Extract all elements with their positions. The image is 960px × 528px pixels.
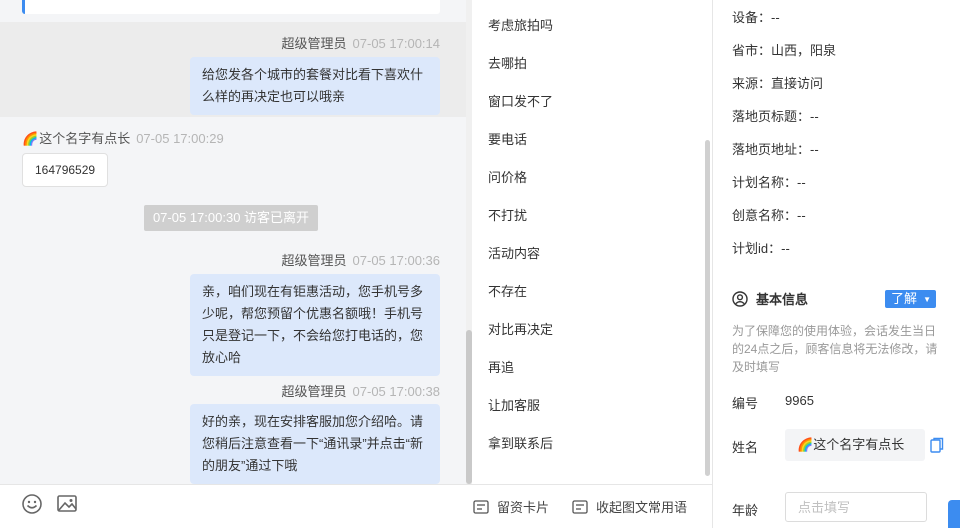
name-value: 这个名字有点长 [813,437,905,452]
lead-card-button[interactable]: 留资卡片 [473,497,549,516]
rainbow-emoji-icon: 🌈 [797,437,814,452]
age-label: 年龄 [732,503,759,518]
quick-reply-item[interactable]: 不存在 [488,281,527,300]
sender-name: 超级管理员 [281,36,347,51]
message-meta: 🌈这个名字有点长 07-05 17:00:29 [22,128,224,147]
chat-toolbar: 留资卡片 收起图文常用语 [0,484,712,528]
message-text-line: 的朋友”通过下哦 [202,458,298,473]
collapse-phrases-button[interactable]: 收起图文常用语 [572,497,687,516]
basic-info-title: 基本信息 [756,292,809,307]
id-value: 9965 [785,393,814,408]
quick-reply-item[interactable]: 考虑旅拍吗 [488,15,553,34]
system-notice: 07-05 17:00:30 访客已离开 [144,205,318,231]
copy-icon[interactable] [930,437,944,453]
basic-info-heading: 基本信息 [732,289,808,308]
chat-panel: 超级管理员 07-05 17:00:14 给您发各个城市的套餐对比看下喜欢什 么样… [0,0,466,484]
message-text-line: 放心哈 [202,350,242,365]
name-label: 姓名 [732,440,759,455]
caret-down-icon: ▼ [923,295,931,304]
quick-reply-item[interactable]: 活动内容 [488,243,540,262]
message-text-line: 只是登记一下，不会给您打电话的，您 [202,328,424,343]
visitor-message-bubble[interactable]: 164796529 [22,153,109,187]
message-time: 07-05 17:00:36 [352,253,440,268]
plan-name-row: 计划名称：-- [732,175,806,190]
quick-reply-scrollbar[interactable] [705,140,710,476]
agent-message-bubble[interactable]: 好的亲，现在安排客服加您介绍哈。请 您稍后注意查看一下“通讯录”并点击“新 的朋… [190,404,440,484]
lead-card-label: 留资卡片 [497,500,550,515]
landing-title-row: 落地页标题：-- [732,109,819,124]
message-meta: 超级管理员 07-05 17:00:38 [282,381,440,400]
message-text-line: 少呢，帮您预留个优惠名额哦！手机号 [202,306,424,321]
message-text-line: 亲，咱们现在有钜惠活动，您手机号多 [202,284,424,299]
message-text-line: 给您发各个城市的套餐对比看下喜欢什 [202,67,424,82]
message-text-line: 您稍后注意查看一下“通讯录”并点击“新 [202,436,423,451]
device-row: 设备：-- [732,10,780,25]
quick-reply-item[interactable]: 去哪拍 [488,53,527,72]
plan-id-row: 计划id：-- [732,241,790,256]
message-time: 07-05 17:00:29 [136,131,224,146]
quick-reply-item[interactable]: 拿到联系后 [488,433,553,452]
source-row: 来源：直接访问 [732,76,824,91]
quick-reply-list: 考虑旅拍吗 去哪拍 窗口发不了 要电话 问价格 不打扰 活动内容 不存在 对比再… [472,0,712,484]
quick-reply-item[interactable]: 再追 [488,357,514,376]
collapse-phrases-label: 收起图文常用语 [596,500,688,515]
age-input[interactable] [785,492,927,522]
id-label: 编号 [732,396,759,411]
card-icon [473,499,489,514]
floating-action-button[interactable] [948,500,960,528]
quick-reply-item[interactable]: 不打扰 [488,205,527,224]
phrases-icon [572,499,588,514]
previous-message-card [22,0,440,14]
quick-reply-item[interactable]: 要电话 [488,129,527,148]
region-row: 省市：山西，阳泉 [732,43,837,58]
rainbow-emoji-icon: 🌈 [22,131,39,146]
edit-deadline-hint: 为了保障您的使用体验，会话发生当日的24点之后，顾客信息将无法修改，请及时填写 [732,324,938,374]
user-circle-icon [732,290,748,307]
agent-message-bubble[interactable]: 给您发各个城市的套餐对比看下喜欢什 么样的再决定也可以哦亲 [190,57,440,115]
quick-reply-item[interactable]: 窗口发不了 [488,91,553,110]
message-meta: 超级管理员 07-05 17:00:36 [282,250,440,269]
message-text-line: 好的亲，现在安排客服加您介绍哈。请 [202,414,424,429]
learn-more-label: 了解 [891,291,918,306]
sender-name: 超级管理员 [281,384,347,399]
learn-more-dropdown[interactable]: 了解 ▼ [885,290,936,308]
agent-message-bubble[interactable]: 亲，咱们现在有钜惠活动，您手机号多 少呢，帮您预留个优惠名额哦！手机号 只是登记… [190,274,440,376]
image-icon[interactable] [56,493,78,515]
sender-name: 超级管理员 [281,253,347,268]
message-text-line: 么样的再决定也可以哦亲 [202,89,346,104]
name-value-field[interactable]: 🌈这个名字有点长 [785,429,925,461]
visitor-info-panel: 设备：-- 省市：山西，阳泉 来源：直接访问 落地页标题：-- 落地页地址：--… [713,0,960,528]
visitor-name: 这个名字有点长 [39,131,131,146]
message-time: 07-05 17:00:14 [352,36,440,51]
landing-url-row: 落地页地址：-- [732,142,819,157]
smile-icon[interactable] [21,493,43,515]
quick-reply-item[interactable]: 问价格 [488,167,527,186]
quick-reply-item[interactable]: 让加客服 [488,395,540,414]
message-meta: 超级管理员 07-05 17:00:14 [282,33,440,52]
quick-reply-item[interactable]: 对比再决定 [488,319,553,338]
creative-name-row: 创意名称：-- [732,208,806,223]
message-time: 07-05 17:00:38 [352,384,440,399]
